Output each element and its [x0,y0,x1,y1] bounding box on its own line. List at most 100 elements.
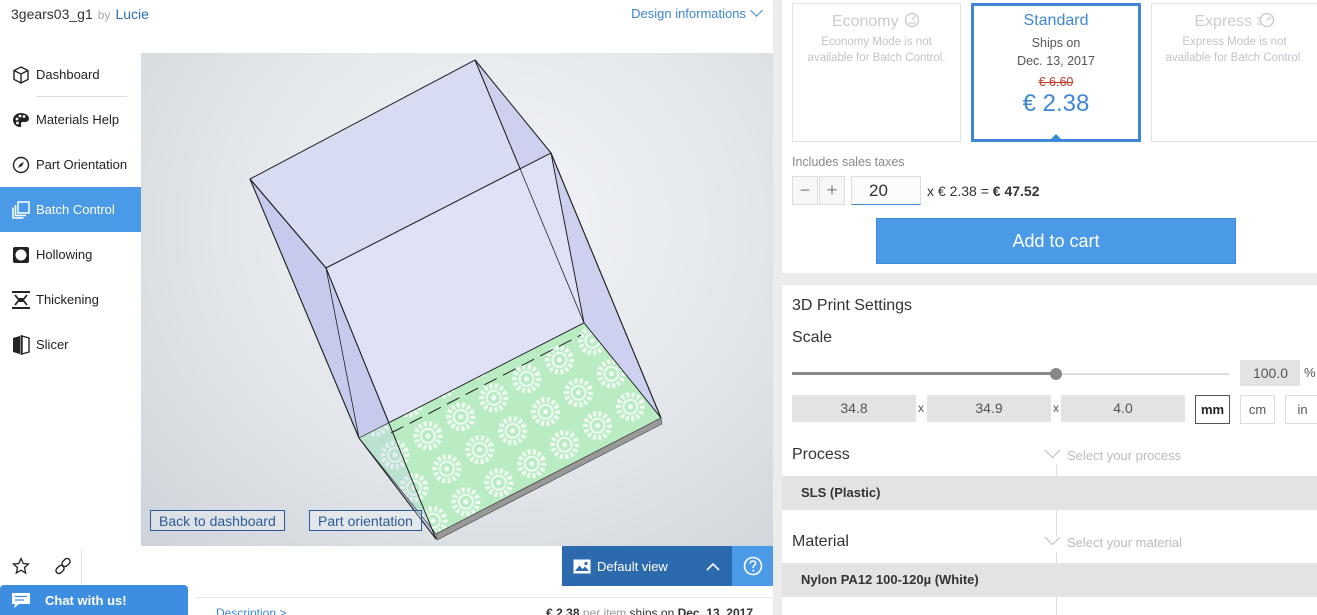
cart-panel: Economy Economy Mode is not available fo… [782,0,1317,273]
sidebar: Dashboard Materials Help Part Orientatio… [0,52,141,367]
link-icon[interactable] [53,556,73,581]
design-info-link[interactable]: Design informations [631,4,763,21]
dimension-y-input[interactable]: 34.9 [927,395,1051,422]
help-button[interactable] [732,546,773,586]
compass-icon [11,155,31,175]
settings-title: 3D Print Settings [792,297,913,314]
part-orientation-button[interactable]: Part orientation [309,510,422,531]
chevron-down-icon [750,4,763,17]
selected-caret-icon [1048,134,1064,142]
summary-per-item: per item [582,606,627,615]
sidebar-item-label: Batch Control [36,202,115,217]
sidebar-item-thickening[interactable]: Thickening [0,277,141,322]
3d-model-render [249,59,663,541]
sidebar-item-hollowing[interactable]: Hollowing [0,232,141,277]
chevron-down-icon [1044,442,1061,459]
layers-icon [11,200,31,220]
description-link[interactable]: Description > [216,606,286,615]
process-label: Process [792,446,850,463]
quantity-input[interactable] [851,176,921,205]
chat-button[interactable]: Chat with us! [0,585,188,615]
process-hint[interactable]: Select your process [1044,442,1181,463]
sidebar-item-part-orientation[interactable]: Part Orientation [0,142,141,187]
design-by: by [97,8,111,22]
design-header: 3gears03_g1 by Lucie Design informations [0,0,773,30]
unit-in-button[interactable]: in [1285,395,1317,424]
dimension-z-input[interactable]: 4.0 [1061,395,1185,422]
standard-ship-date: Dec. 13, 2017 [1017,54,1095,68]
summary-ship-date: Dec. 13, 2017 [677,606,753,615]
summary-ships-on: ships on [629,606,675,615]
standard-price: € 2.38 [1022,90,1090,117]
star-icon[interactable] [11,556,31,580]
sidebar-item-batch-control[interactable]: Batch Control [0,187,141,232]
scale-value-input[interactable]: 100.0 [1240,360,1300,386]
print-settings-panel: 3D Print Settings Scale 100.0 % 34.8 x 3… [782,285,1317,615]
standard-old-price: € 6.60 [1038,75,1074,89]
sidebar-item-slicer[interactable]: Slicer [0,322,141,367]
shipping-option-standard[interactable]: Standard Ships on Dec. 13, 2017 € 6.60 €… [971,3,1141,142]
design-info-label: Design informations [631,6,746,21]
chat-label: Chat with us! [45,592,127,608]
quantity-decrease-button[interactable]: − [792,176,818,205]
material-hint[interactable]: Select your material [1044,529,1182,550]
view-selector-label: Default view [597,558,668,574]
scale-slider-handle[interactable] [1050,368,1063,380]
view-selector[interactable]: Default view [562,546,732,586]
shipping-option-express: Express Express Mode is not available fo… [1151,3,1317,142]
order-summary-strip: Description > € 2.38 per item ships on D… [196,597,773,615]
chevron-down-icon [1044,529,1061,546]
material-select[interactable]: Nylon PA12 100-120µ (White) [782,563,1317,597]
standard-title: Standard [1023,12,1089,29]
design-name: 3gears03_g1 [11,6,93,22]
unit-cm-button[interactable]: cm [1240,395,1275,424]
divider [81,550,82,584]
palette-icon [11,110,31,130]
process-select[interactable]: SLS (Plastic) [782,476,1317,510]
quantity-increase-button[interactable]: + [819,176,845,205]
sidebar-item-label: Slicer [36,337,69,352]
hollow-square-icon [11,245,31,265]
economy-title: Economy [793,12,960,31]
design-title: 3gears03_g1 by Lucie [11,6,149,22]
sidebar-item-materials-help[interactable]: Materials Help [0,97,141,142]
scale-slider[interactable] [792,368,1229,380]
sidebar-item-dashboard[interactable]: Dashboard [0,52,141,97]
add-to-cart-button[interactable]: Add to cart [876,218,1236,264]
cube-icon [11,65,31,85]
economy-speed-icon [903,12,921,28]
express-title: Express [1152,12,1317,31]
divider [1056,597,1057,615]
sidebar-item-label: Materials Help [36,112,120,127]
back-to-dashboard-button[interactable]: Back to dashboard [150,510,285,531]
dimension-x-input[interactable]: 34.8 [792,395,916,422]
quantity-calculation: x € 2.38 = € 47.52 [927,183,1040,199]
dimension-separator: x [1053,401,1059,415]
taxes-note: Includes sales taxes [792,155,905,169]
quantity-multiplier: x € 2.38 = [927,183,989,199]
material-label: Material [792,533,849,550]
design-author-link[interactable]: Lucie [115,6,148,22]
order-total: € 47.52 [992,183,1040,199]
image-icon [573,559,591,574]
economy-description: Economy Mode is not available for Batch … [807,36,946,64]
thickening-icon [11,290,31,310]
sidebar-item-label: Part Orientation [36,157,128,172]
sidebar-item-label: Hollowing [36,247,93,262]
express-description: Express Mode is not available for Batch … [1165,36,1304,64]
sidebar-item-label: Thickening [36,292,99,307]
unit-mm-button[interactable]: mm [1195,395,1230,424]
chat-bubble-icon [11,592,31,609]
sidebar-item-label: Dashboard [36,67,100,82]
scale-percent-label: % [1304,365,1316,380]
dimension-separator: x [918,401,924,415]
express-speed-icon [1256,12,1275,28]
chevron-up-icon [706,562,720,571]
help-icon [743,556,763,576]
design-workspace: 3gears03_g1 by Lucie Design informations D… [0,0,773,615]
3d-viewer[interactable]: Back to dashboard Part orientation [141,53,773,546]
summary-price-line: € 2.38 per item ships on Dec. 13, 2017 [546,606,753,615]
shipping-option-economy: Economy Economy Mode is not available fo… [792,3,961,142]
summary-price: € 2.38 [546,606,580,615]
scale-label: Scale [792,329,833,346]
